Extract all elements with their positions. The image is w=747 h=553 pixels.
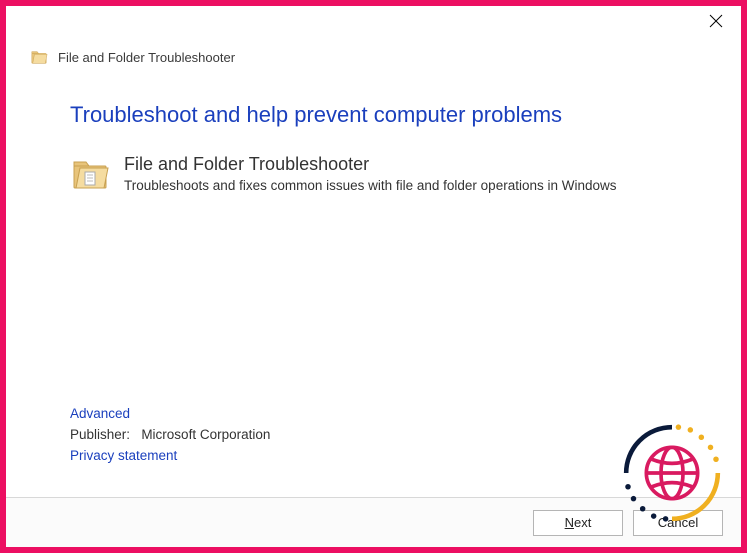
item-description: Troubleshoots and fixes common issues wi… (124, 177, 617, 196)
lower-links: Advanced Publisher: Microsoft Corporatio… (70, 400, 270, 469)
troubleshooter-window: File and Folder Troubleshooter Troublesh… (6, 6, 741, 547)
next-rest: ext (574, 515, 591, 530)
header-text: File and Folder Troubleshooter (58, 50, 235, 65)
publisher-label: Publisher: (70, 427, 130, 442)
footer: Next Cancel (6, 497, 741, 547)
next-button[interactable]: Next (533, 510, 623, 536)
cancel-button[interactable]: Cancel (633, 510, 723, 536)
close-icon[interactable] (701, 12, 731, 34)
folder-icon (30, 48, 48, 66)
next-accelerator: N (565, 515, 574, 530)
folder-icon (70, 154, 110, 194)
publisher-row: Publisher: Microsoft Corporation (70, 427, 270, 442)
titlebar (6, 6, 741, 42)
header-row: File and Folder Troubleshooter (6, 42, 741, 66)
advanced-link[interactable]: Advanced (70, 406, 270, 421)
item-title: File and Folder Troubleshooter (124, 154, 617, 175)
privacy-link[interactable]: Privacy statement (70, 448, 270, 463)
troubleshooter-item: File and Folder Troubleshooter Troublesh… (70, 154, 677, 196)
troubleshooter-text: File and Folder Troubleshooter Troublesh… (124, 154, 617, 196)
page-title: Troubleshoot and help prevent computer p… (70, 102, 677, 128)
publisher-value: Microsoft Corporation (141, 427, 270, 442)
